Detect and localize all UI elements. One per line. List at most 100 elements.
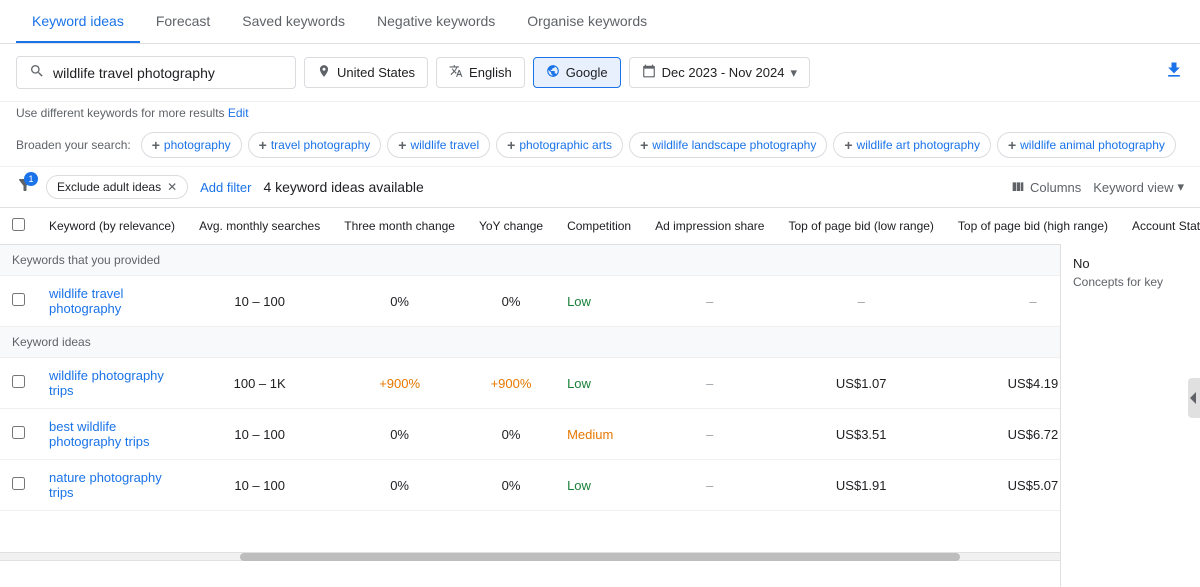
row-checkbox[interactable] xyxy=(12,293,25,306)
location-label: United States xyxy=(337,65,415,80)
section-title-provided: Keywords that you provided xyxy=(0,245,1200,276)
keyword-link[interactable]: nature photography trips xyxy=(49,470,162,500)
chip-wildlife-art[interactable]: + wildlife art photography xyxy=(833,132,991,158)
row-checkbox[interactable] xyxy=(12,477,25,490)
search-box[interactable]: wildlife travel photography xyxy=(16,56,296,89)
col-bid-high: Top of page bid (high range) xyxy=(946,208,1120,245)
select-all-header[interactable] xyxy=(0,208,37,245)
competition-cell: Low xyxy=(555,276,643,327)
chip-photographic-arts[interactable]: + photographic arts xyxy=(496,132,623,158)
keywords-table: Keyword (by relevance) Avg. monthly sear… xyxy=(0,208,1200,511)
row-checkbox-cell[interactable] xyxy=(0,276,37,327)
yoy-cell: 0% xyxy=(467,460,555,511)
table-row: nature photography trips 10 – 100 0% 0% … xyxy=(0,460,1200,511)
bid-low-cell: – xyxy=(776,276,945,327)
competition-cell: Medium xyxy=(555,409,643,460)
search-input[interactable]: wildlife travel photography xyxy=(53,65,283,81)
tab-negative-keywords[interactable]: Negative keywords xyxy=(361,1,511,43)
columns-label: Columns xyxy=(1030,180,1081,195)
col-bid-low: Top of page bid (low range) xyxy=(776,208,945,245)
col-competition: Competition xyxy=(555,208,643,245)
chip-label: wildlife landscape photography xyxy=(652,138,816,152)
row-checkbox-cell[interactable] xyxy=(0,460,37,511)
add-filter-button[interactable]: Add filter xyxy=(200,180,251,195)
plus-icon: + xyxy=(1008,137,1016,153)
keyword-link[interactable]: wildlife travel photography xyxy=(49,286,123,316)
pagination: 1 - 4 of 4 xyxy=(0,560,1200,587)
keyword-cell[interactable]: wildlife photography trips xyxy=(37,358,187,409)
col-three-month: Three month change xyxy=(332,208,467,245)
tab-saved-keywords[interactable]: Saved keywords xyxy=(226,1,361,43)
edit-link[interactable]: Edit xyxy=(228,106,249,120)
ad-impression-cell: – xyxy=(643,358,776,409)
col-yoy: YoY change xyxy=(467,208,555,245)
use-different-keywords: Use different keywords for more results … xyxy=(0,102,1200,124)
location-filter[interactable]: United States xyxy=(304,57,428,88)
yoy-cell: 0% xyxy=(467,276,555,327)
plus-icon: + xyxy=(507,137,515,153)
ad-impression-cell: – xyxy=(643,276,776,327)
network-icon xyxy=(546,64,560,81)
competition-cell: Low xyxy=(555,460,643,511)
chevron-down-icon: ▾ xyxy=(790,65,797,81)
filter-row: 1 Exclude adult ideas ✕ Add filter 4 key… xyxy=(0,167,1200,208)
language-filter[interactable]: English xyxy=(436,57,525,88)
competition-cell: Low xyxy=(555,358,643,409)
chip-label: wildlife travel xyxy=(410,138,479,152)
network-filter[interactable]: Google xyxy=(533,57,621,88)
columns-button[interactable]: Columns xyxy=(1010,179,1081,195)
location-icon xyxy=(317,64,331,81)
bid-low-cell: US$1.91 xyxy=(776,460,945,511)
bid-low-cell: US$1.07 xyxy=(776,358,945,409)
download-button[interactable] xyxy=(1164,60,1184,85)
select-all-checkbox[interactable] xyxy=(12,218,25,231)
row-checkbox-cell[interactable] xyxy=(0,409,37,460)
keyword-link[interactable]: best wildlife photography trips xyxy=(49,419,149,449)
broaden-row: Broaden your search: + photography + tra… xyxy=(0,124,1200,167)
tab-organise-keywords[interactable]: Organise keywords xyxy=(511,1,663,43)
search-icon xyxy=(29,63,45,82)
scrollbar-thumb[interactable] xyxy=(240,553,960,561)
language-label: English xyxy=(469,65,512,80)
chip-wildlife-landscape[interactable]: + wildlife landscape photography xyxy=(629,132,827,158)
main-wrapper: Keyword (by relevance) Avg. monthly sear… xyxy=(0,208,1200,587)
col-keyword: Keyword (by relevance) xyxy=(37,208,187,245)
table-container[interactable]: Keyword (by relevance) Avg. monthly sear… xyxy=(0,208,1200,552)
avg-monthly-cell: 10 – 100 xyxy=(187,409,332,460)
keyword-link[interactable]: wildlife photography trips xyxy=(49,368,164,398)
keyword-cell[interactable]: best wildlife photography trips xyxy=(37,409,187,460)
chip-wildlife-travel[interactable]: + wildlife travel xyxy=(387,132,490,158)
row-checkbox[interactable] xyxy=(12,426,25,439)
no-concepts-label: No xyxy=(1073,256,1188,271)
calendar-icon xyxy=(642,64,656,81)
horizontal-scrollbar[interactable] xyxy=(0,552,1200,560)
tab-forecast[interactable]: Forecast xyxy=(140,1,226,43)
date-filter[interactable]: Dec 2023 - Nov 2024 ▾ xyxy=(629,57,810,88)
keyword-cell[interactable]: nature photography trips xyxy=(37,460,187,511)
keyword-view-label: Keyword view xyxy=(1093,180,1173,195)
plus-icon: + xyxy=(844,137,852,153)
keyword-cell[interactable]: wildlife travel photography xyxy=(37,276,187,327)
keyword-view-button[interactable]: Keyword view ▾ xyxy=(1093,179,1184,195)
ideas-count: 4 keyword ideas available xyxy=(263,179,423,195)
yoy-cell: +900% xyxy=(467,358,555,409)
three-month-cell: +900% xyxy=(332,358,467,409)
section-header-ideas: Keyword ideas xyxy=(0,327,1200,358)
plus-icon: + xyxy=(152,137,160,153)
ad-impression-cell: – xyxy=(643,460,776,511)
ad-impression-cell: – xyxy=(643,409,776,460)
table-header-row: Keyword (by relevance) Avg. monthly sear… xyxy=(0,208,1200,245)
exclude-label: Exclude adult ideas xyxy=(57,180,161,194)
chip-wildlife-animal[interactable]: + wildlife animal photography xyxy=(997,132,1176,158)
row-checkbox[interactable] xyxy=(12,375,25,388)
col-avg-monthly: Avg. monthly searches xyxy=(187,208,332,245)
exclude-close-icon[interactable]: ✕ xyxy=(167,180,177,194)
chip-photography[interactable]: + photography xyxy=(141,132,242,158)
plus-icon: + xyxy=(259,137,267,153)
table-row: best wildlife photography trips 10 – 100… xyxy=(0,409,1200,460)
tab-keyword-ideas[interactable]: Keyword ideas xyxy=(16,1,140,43)
chip-travel-photography[interactable]: + travel photography xyxy=(248,132,382,158)
collapse-handle[interactable] xyxy=(1188,378,1200,418)
three-month-cell: 0% xyxy=(332,409,467,460)
row-checkbox-cell[interactable] xyxy=(0,358,37,409)
